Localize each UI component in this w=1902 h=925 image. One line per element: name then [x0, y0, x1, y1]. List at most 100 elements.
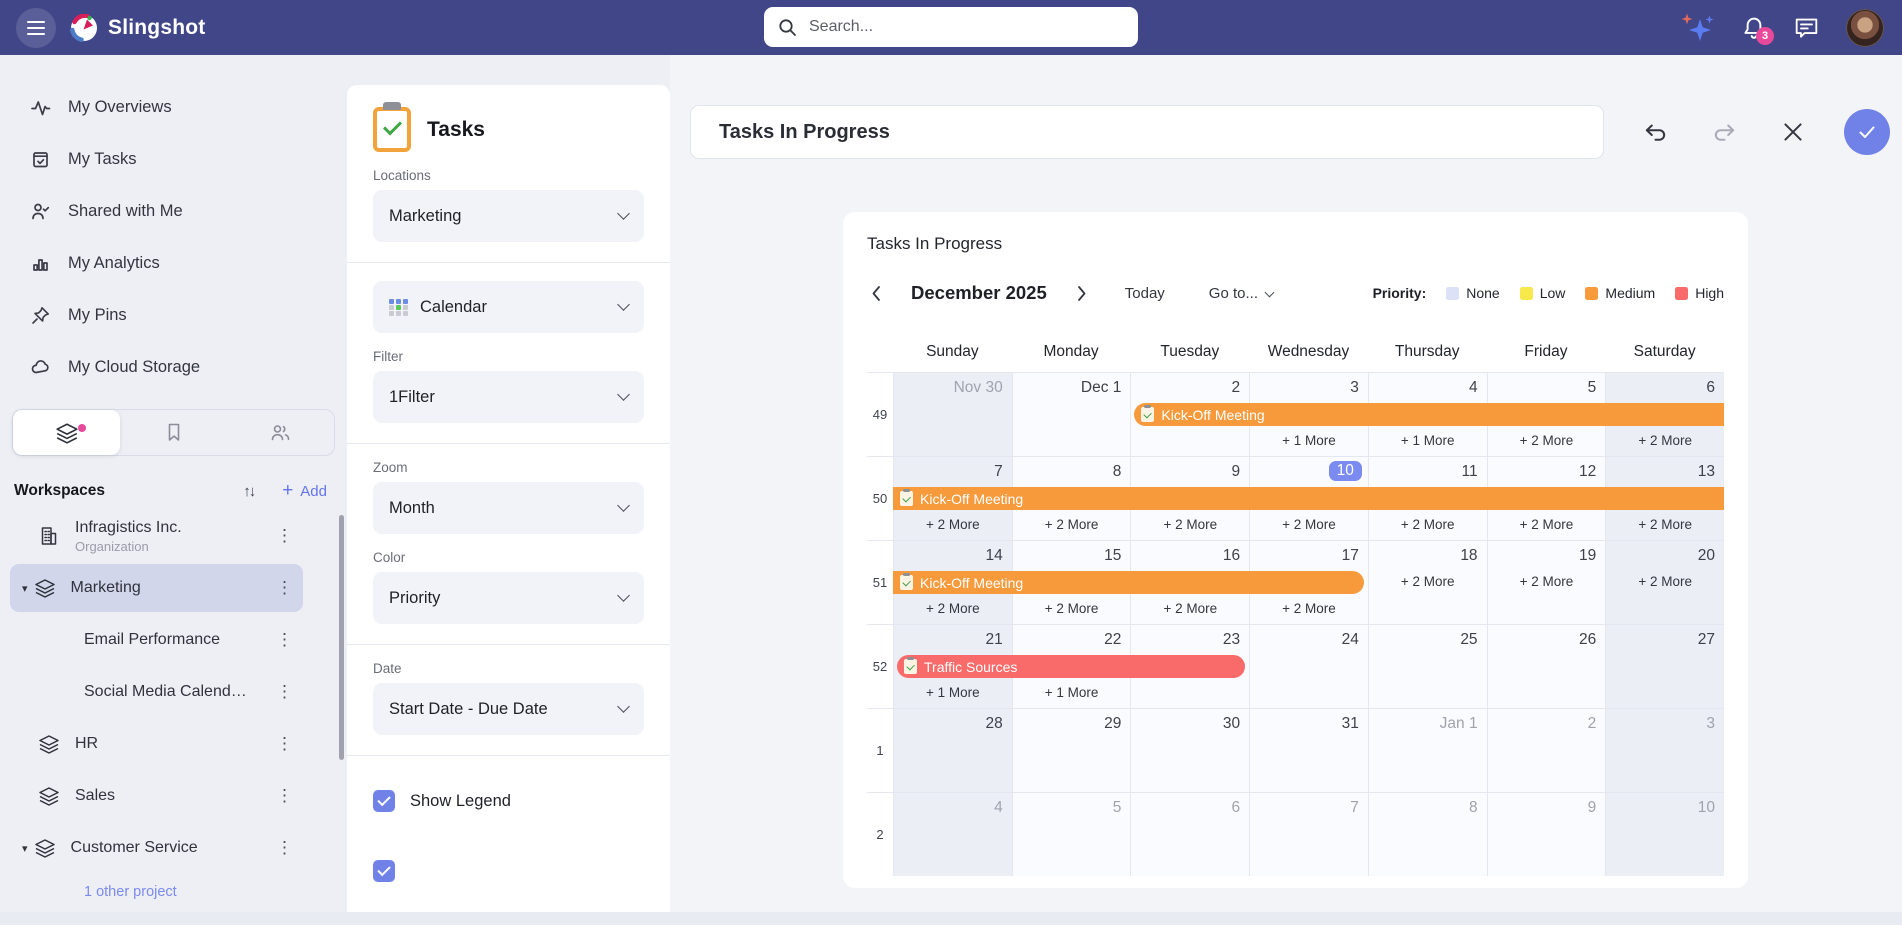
sidebar-scrollbar[interactable] [339, 515, 344, 760]
other-projects-link[interactable]: 1 other project [84, 884, 347, 900]
next-month-button[interactable] [1073, 281, 1091, 306]
workspace-item-hr[interactable]: HR ⋮ [10, 720, 303, 768]
more-events-link[interactable]: + 1 More [1369, 433, 1487, 448]
tab-workspaces[interactable] [13, 410, 120, 455]
more-events-link[interactable]: + 2 More [1131, 601, 1249, 616]
event-bar[interactable]: Kick-Off Meeting [1134, 403, 1724, 426]
day-cell[interactable]: 9 [1487, 793, 1606, 876]
sidebar-item-my-overviews[interactable]: My Overviews [0, 81, 347, 133]
kebab-menu-icon[interactable]: ⋮ [276, 682, 293, 702]
kebab-menu-icon[interactable]: ⋮ [276, 630, 293, 650]
more-events-link[interactable]: + 2 More [894, 601, 1012, 616]
clipped-checkbox[interactable] [373, 860, 395, 882]
sidebar-item-my-cloud-storage[interactable]: My Cloud Storage [0, 341, 347, 393]
day-cell[interactable]: 5 [1012, 793, 1131, 876]
sidebar-item-shared-with-me[interactable]: Shared with Me [0, 185, 347, 237]
zoom-dropdown[interactable]: Month [373, 482, 644, 534]
day-cell[interactable]: Jan 1 [1368, 709, 1487, 792]
day-cell[interactable]: Nov 30 [893, 373, 1012, 456]
sidebar-item-my-analytics[interactable]: My Analytics [0, 237, 347, 289]
day-cell[interactable]: 28 [893, 709, 1012, 792]
more-events-link[interactable]: + 2 More [1606, 574, 1724, 589]
sidebar-item-my-pins[interactable]: My Pins [0, 289, 347, 341]
more-events-link[interactable]: + 2 More [1488, 574, 1606, 589]
kebab-menu-icon[interactable]: ⋮ [276, 786, 293, 806]
more-events-link[interactable]: + 2 More [1606, 517, 1724, 532]
event-bar[interactable]: Kick-Off Meeting [893, 571, 1364, 594]
more-events-link[interactable]: + 2 More [1013, 517, 1131, 532]
day-cell[interactable]: 25 [1368, 625, 1487, 708]
workspace-item-sales[interactable]: Sales ⋮ [10, 772, 303, 820]
add-workspace-button[interactable]: + Add [282, 480, 327, 502]
day-cell[interactable]: 6 [1130, 793, 1249, 876]
color-dropdown[interactable]: Priority [373, 572, 644, 624]
undo-button[interactable] [1642, 119, 1669, 146]
workspace-item-customer-service[interactable]: ▾ Customer Service ⋮ [10, 824, 303, 872]
day-cell[interactable]: 27 [1605, 625, 1724, 708]
day-cell[interactable]: 2 [1487, 709, 1606, 792]
more-events-link[interactable]: + 2 More [1013, 601, 1131, 616]
more-events-link[interactable]: + 2 More [1369, 574, 1487, 589]
day-cell[interactable]: 29 [1012, 709, 1131, 792]
close-button[interactable] [1780, 119, 1806, 145]
day-cell[interactable]: 4 [893, 793, 1012, 876]
more-events-link[interactable]: + 1 More [894, 685, 1012, 700]
project-item-email-performance[interactable]: Email Performance ⋮ [10, 616, 303, 664]
search-input[interactable] [809, 18, 1124, 36]
day-cell[interactable]: 18+ 2 More [1368, 541, 1487, 624]
confirm-button[interactable] [1844, 109, 1890, 155]
more-events-link[interactable]: + 1 More [1250, 433, 1368, 448]
hamburger-menu-button[interactable] [16, 8, 56, 48]
workspace-item-marketing[interactable]: ▾ Marketing ⋮ [10, 564, 303, 612]
kebab-menu-icon[interactable]: ⋮ [276, 734, 293, 754]
user-avatar[interactable] [1846, 9, 1884, 47]
event-bar[interactable]: Traffic Sources [897, 655, 1245, 678]
day-cell[interactable]: 20+ 2 More [1605, 541, 1724, 624]
show-legend-checkbox[interactable] [373, 790, 395, 812]
more-events-link[interactable]: + 2 More [1488, 433, 1606, 448]
redo-button[interactable] [1711, 119, 1738, 146]
view-type-dropdown[interactable]: Calendar [373, 281, 644, 333]
day-cell[interactable]: 26 [1487, 625, 1606, 708]
day-cell[interactable]: 10 [1605, 793, 1724, 876]
prev-month-button[interactable] [867, 281, 885, 306]
sidebar-item-my-tasks[interactable]: My Tasks [0, 133, 347, 185]
notifications-button[interactable]: 3 [1741, 15, 1767, 41]
filter-dropdown[interactable]: 1Filter [373, 371, 644, 423]
kebab-menu-icon[interactable]: ⋮ [276, 578, 293, 598]
day-cell[interactable]: 30 [1130, 709, 1249, 792]
locations-dropdown[interactable]: Marketing [373, 190, 644, 242]
caret-down-icon[interactable]: ▾ [22, 842, 28, 855]
today-button[interactable]: Today [1125, 285, 1165, 302]
day-cell[interactable]: 19+ 2 More [1487, 541, 1606, 624]
more-events-link[interactable]: + 2 More [1250, 517, 1368, 532]
caret-down-icon[interactable]: ▾ [22, 582, 28, 595]
dashboard-title-input[interactable] [690, 105, 1604, 159]
more-events-link[interactable]: + 2 More [1250, 601, 1368, 616]
day-cell[interactable]: Dec 1 [1012, 373, 1131, 456]
event-bar[interactable]: Kick-Off Meeting [893, 487, 1724, 510]
tab-bookmarks[interactable] [120, 410, 227, 455]
more-events-link[interactable]: + 2 More [894, 517, 1012, 532]
messages-button[interactable] [1793, 14, 1820, 41]
tab-members[interactable] [227, 410, 334, 455]
workspace-item-organization[interactable]: Infragistics Inc. Organization ⋮ [10, 512, 303, 560]
ai-sparkles-icon[interactable] [1681, 12, 1715, 44]
goto-dropdown[interactable]: Go to... [1209, 285, 1273, 302]
project-item-social-media-calendar[interactable]: Social Media Calend… ⋮ [10, 668, 303, 716]
more-events-link[interactable]: + 2 More [1488, 517, 1606, 532]
kebab-menu-icon[interactable]: ⋮ [276, 526, 293, 546]
more-events-link[interactable]: + 2 More [1606, 433, 1724, 448]
day-cell[interactable]: 24 [1249, 625, 1368, 708]
date-dropdown[interactable]: Start Date - Due Date [373, 683, 644, 735]
day-cell[interactable]: 8 [1368, 793, 1487, 876]
global-search[interactable] [764, 7, 1138, 47]
more-events-link[interactable]: + 2 More [1131, 517, 1249, 532]
day-cell[interactable]: 3 [1605, 709, 1724, 792]
more-events-link[interactable]: + 1 More [1013, 685, 1131, 700]
more-events-link[interactable]: + 2 More [1369, 517, 1487, 532]
day-cell[interactable]: 31 [1249, 709, 1368, 792]
day-cell[interactable]: 7 [1249, 793, 1368, 876]
kebab-menu-icon[interactable]: ⋮ [276, 838, 293, 858]
sort-icon[interactable]: ↑↓ [243, 483, 254, 500]
